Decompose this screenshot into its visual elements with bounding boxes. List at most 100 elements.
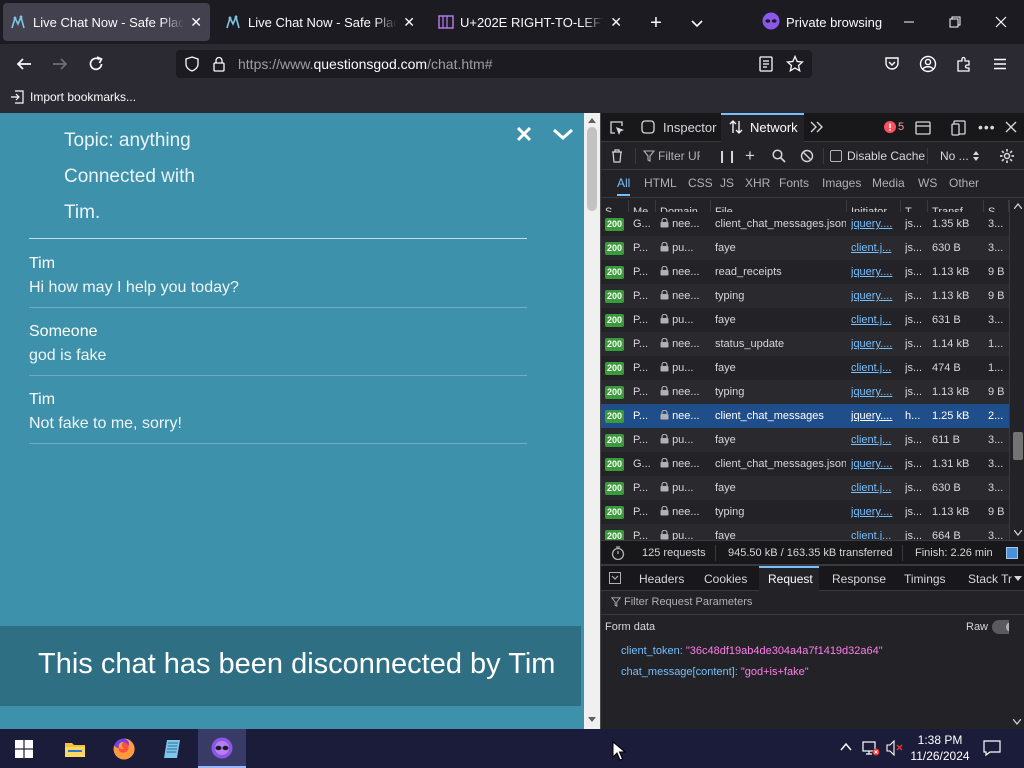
table-row[interactable]: 200 P... pu... faye client.j... js... 630 B 3.…	[601, 476, 1009, 500]
filter-images[interactable]: Images	[822, 176, 861, 190]
initiator-link[interactable]: jquery....	[851, 506, 892, 518]
initiator-link[interactable]: jquery....	[851, 266, 892, 278]
tab-live-chat-1[interactable]: Live Chat Now - Safe Place to ✕	[3, 3, 210, 41]
toggle-sidebar-icon[interactable]	[1006, 547, 1018, 559]
error-icon[interactable]	[884, 121, 896, 133]
page-scrollbar[interactable]	[584, 113, 600, 729]
firefox-private-icon[interactable]	[198, 729, 246, 768]
initiator-link[interactable]: jquery....	[851, 410, 892, 422]
filter-all[interactable]: All	[617, 176, 631, 196]
back-button[interactable]	[8, 48, 40, 80]
scrollbar-thumb[interactable]	[587, 127, 597, 211]
filter-other[interactable]: Other	[949, 176, 979, 190]
url-bar[interactable]: https://www.questionsgod.com/chat.htm#	[176, 50, 812, 78]
tab-inspector[interactable]: Inspector	[663, 120, 716, 135]
disable-cache-checkbox[interactable]	[830, 150, 842, 162]
show-hidden-icons-chevron-up-icon[interactable]	[840, 741, 852, 753]
table-row[interactable]: 200 P... nee... typing jquery.... js... 1.13 …	[601, 284, 1009, 308]
table-row[interactable]: 200 P... pu... faye client.j... js... 611 B 3.…	[601, 428, 1009, 452]
initiator-link[interactable]: jquery....	[851, 290, 892, 302]
search-icon[interactable]	[772, 149, 786, 163]
initiator-link[interactable]: client.j...	[851, 530, 891, 540]
more-tabs-chevron-down-icon[interactable]	[1014, 576, 1022, 582]
table-row[interactable]: 200 P... nee... typing jquery.... js... 1.13 …	[601, 380, 1009, 404]
initiator-link[interactable]: jquery....	[851, 386, 892, 398]
import-bookmarks-item[interactable]: Import bookmarks...	[10, 90, 136, 104]
filter-js[interactable]: JS	[720, 176, 734, 190]
devtools-menu-dots-icon[interactable]: •••	[978, 119, 996, 135]
toggle-details-icon[interactable]	[609, 572, 621, 584]
minimize-window-button[interactable]	[886, 0, 932, 44]
tab-cookies[interactable]: Cookies	[704, 572, 747, 586]
start-windows-icon[interactable]	[0, 729, 48, 768]
tracking-protection-shield-icon[interactable]	[184, 56, 200, 72]
account-icon[interactable]	[912, 48, 944, 80]
table-row[interactable]: 200 P... nee... status_update jquery.... js.…	[601, 332, 1009, 356]
initiator-link[interactable]: client.j...	[851, 242, 891, 254]
initiator-link[interactable]: client.j...	[851, 362, 891, 374]
close-tab-icon[interactable]: ✕	[190, 14, 202, 31]
initiator-link[interactable]: jquery....	[851, 338, 892, 350]
responsive-design-icon[interactable]	[915, 120, 931, 136]
scroll-up-icon[interactable]	[1014, 203, 1022, 209]
filter-ws[interactable]: WS	[918, 176, 937, 190]
extensions-puzzle-icon[interactable]	[948, 48, 980, 80]
reader-view-icon[interactable]	[759, 56, 773, 72]
close-devtools-icon[interactable]	[1005, 121, 1017, 133]
notifications-icon[interactable]	[983, 739, 1001, 757]
tab-stack-trace[interactable]: Stack Tr	[968, 572, 1012, 586]
table-scrollbar[interactable]	[1009, 200, 1024, 540]
block-requests-icon[interactable]	[800, 149, 814, 163]
network-settings-gear-icon[interactable]	[999, 148, 1015, 164]
table-row[interactable]: 200 P... pu... faye client.j... js... 474 B 1.…	[601, 356, 1009, 380]
scroll-up-icon[interactable]	[588, 117, 596, 123]
tab-live-chat-2[interactable]: Live Chat Now - Safe Place to ✕	[218, 3, 423, 41]
add-request-plus-icon[interactable]: +	[745, 147, 755, 164]
new-tab-button[interactable]: +	[645, 12, 667, 34]
dock-side-icon[interactable]	[951, 120, 967, 136]
firefox-icon[interactable]	[100, 729, 148, 768]
initiator-link[interactable]: client.j...	[851, 482, 891, 494]
close-tab-icon[interactable]: ✕	[610, 14, 622, 31]
filter-fonts[interactable]: Fonts	[779, 176, 809, 190]
filter-xhr[interactable]: XHR	[745, 176, 770, 190]
table-row[interactable]: 200 P... nee... client_chat_messages jquery…	[601, 404, 1009, 428]
filter-urls-input[interactable]: Filter URLs	[658, 149, 700, 163]
scrollbar-thumb[interactable]	[1013, 432, 1023, 460]
filter-html[interactable]: HTML	[644, 176, 677, 190]
list-all-tabs-chevron-down-icon[interactable]	[686, 12, 708, 34]
scroll-down-icon[interactable]	[588, 717, 596, 723]
lock-icon[interactable]	[212, 56, 226, 72]
tab-network[interactable]: Network	[750, 120, 798, 135]
more-tools-chevrons-icon[interactable]	[810, 121, 824, 133]
initiator-link[interactable]: jquery....	[851, 458, 892, 470]
file-explorer-folder-icon[interactable]	[51, 729, 99, 768]
close-chat-icon[interactable]	[515, 125, 533, 143]
scroll-down-icon[interactable]	[1014, 530, 1022, 536]
initiator-link[interactable]: jquery....	[851, 218, 892, 230]
table-row[interactable]: 200 P... pu... faye client.j... js... 664 B 3.…	[601, 524, 1009, 540]
initiator-link[interactable]: client.j...	[851, 434, 891, 446]
table-row[interactable]: 200 P... nee... read_receipts jquery.... js.…	[601, 260, 1009, 284]
app-menu-hamburger-icon[interactable]	[984, 48, 1016, 80]
tab-request[interactable]: Request	[768, 572, 813, 586]
filter-css[interactable]: CSS	[688, 176, 713, 190]
tab-timings[interactable]: Timings	[904, 572, 946, 586]
network-status-icon[interactable]	[862, 740, 880, 756]
table-row[interactable]: 200 G... nee... client_chat_messages.json j…	[601, 212, 1009, 236]
filter-request-params-input[interactable]: Filter Request Parameters	[624, 596, 752, 608]
throttling-select[interactable]: No ...	[940, 149, 969, 163]
notepad-app-icon[interactable]	[149, 729, 197, 768]
table-row[interactable]: 200 P... pu... faye client.j... js... 631 B 3.…	[601, 308, 1009, 332]
tab-response[interactable]: Response	[832, 572, 886, 586]
filter-media[interactable]: Media	[872, 176, 905, 190]
pocket-icon[interactable]	[876, 48, 908, 80]
scroll-down-icon[interactable]	[1013, 719, 1021, 725]
tab-unicode-rtl[interactable]: U+202E RIGHT-TO-LEFT OVERRIDE ✕	[430, 3, 630, 41]
volume-muted-icon[interactable]	[886, 740, 904, 756]
collapse-chevron-down-icon[interactable]	[552, 125, 574, 143]
url-text[interactable]: https://www.questionsgod.com/chat.htm#	[238, 56, 492, 72]
performance-stopwatch-icon[interactable]	[611, 546, 625, 560]
details-scrollbar[interactable]	[1009, 615, 1024, 729]
pick-element-icon[interactable]	[609, 120, 625, 136]
